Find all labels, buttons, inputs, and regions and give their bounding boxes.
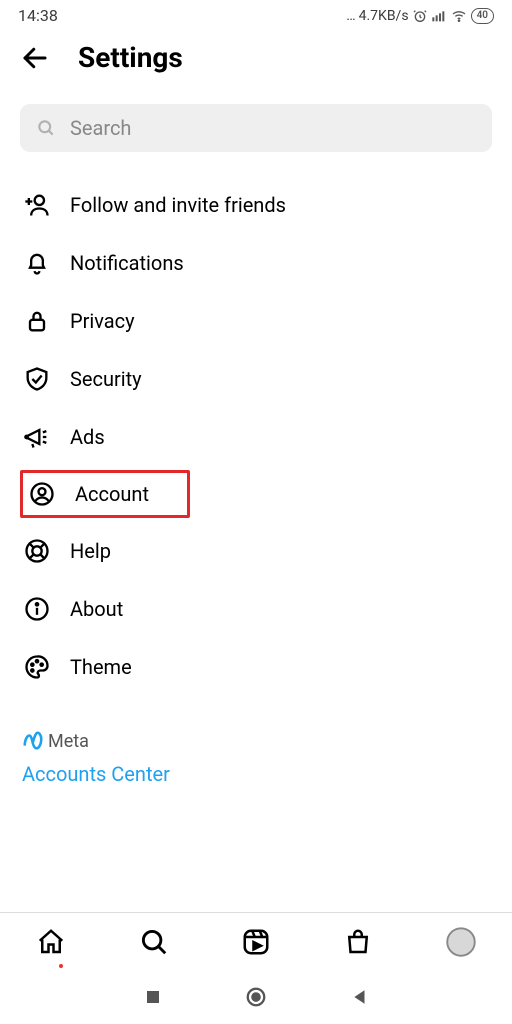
accounts-center-link[interactable]: Accounts Center: [22, 762, 490, 786]
search-placeholder: Search: [70, 116, 131, 140]
settings-header: Settings: [0, 29, 512, 92]
search-input[interactable]: Search: [20, 104, 492, 152]
settings-item-about[interactable]: About: [20, 580, 492, 638]
bottom-nav: [0, 912, 512, 970]
settings-item-label: About: [70, 597, 123, 621]
status-time: 14:38: [18, 6, 58, 25]
nav-reels[interactable]: [239, 925, 273, 959]
megaphone-icon: [22, 422, 52, 452]
settings-list: Follow and invite friends Notifications …: [0, 176, 512, 696]
alarm-icon: [412, 8, 428, 24]
battery-indicator: 40: [471, 8, 494, 24]
meta-section: Meta Accounts Center: [0, 696, 512, 790]
info-icon: [22, 594, 52, 624]
sys-home-button[interactable]: [245, 986, 267, 1008]
page-title: Settings: [78, 41, 183, 74]
meta-logo-icon: [22, 730, 44, 752]
search-icon: [36, 118, 56, 138]
nav-search[interactable]: [137, 925, 171, 959]
settings-item-label: Ads: [70, 425, 105, 449]
sys-recent-button[interactable]: [142, 986, 164, 1008]
nav-shop[interactable]: [341, 925, 375, 959]
settings-item-account[interactable]: Account: [20, 470, 190, 518]
settings-item-ads[interactable]: Ads: [20, 408, 492, 466]
wifi-icon: [450, 8, 468, 24]
settings-item-security[interactable]: Security: [20, 350, 492, 408]
settings-item-label: Account: [75, 482, 149, 506]
nav-profile[interactable]: [444, 925, 478, 959]
settings-item-label: Help: [70, 539, 111, 563]
shield-icon: [22, 364, 52, 394]
meta-brand-label: Meta: [48, 731, 89, 752]
status-ellipsis: …: [346, 8, 355, 24]
status-right-cluster: … 4.7KB/s 40: [346, 8, 494, 24]
settings-item-label: Theme: [70, 655, 132, 679]
settings-item-label: Privacy: [70, 309, 135, 333]
status-bar: 14:38 … 4.7KB/s 40: [0, 0, 512, 29]
lock-icon: [22, 306, 52, 336]
settings-item-label: Security: [70, 367, 142, 391]
status-net-speed: 4.7KB/s: [359, 8, 409, 24]
signal-icon: [431, 8, 447, 24]
settings-item-label: Notifications: [70, 251, 184, 275]
nav-home-notification-dot: [59, 964, 63, 968]
nav-home[interactable]: [34, 925, 68, 959]
lifebuoy-icon: [22, 536, 52, 566]
meta-brand: Meta: [22, 730, 490, 752]
person-circle-icon: [27, 479, 57, 509]
palette-icon: [22, 652, 52, 682]
settings-item-help[interactable]: Help: [20, 522, 492, 580]
settings-item-notifications[interactable]: Notifications: [20, 234, 492, 292]
bell-icon: [22, 248, 52, 278]
settings-item-theme[interactable]: Theme: [20, 638, 492, 696]
sys-back-button[interactable]: [349, 986, 371, 1008]
settings-item-privacy[interactable]: Privacy: [20, 292, 492, 350]
settings-item-label: Follow and invite friends: [70, 193, 286, 217]
system-nav: [0, 970, 512, 1024]
add-person-icon: [22, 190, 52, 220]
settings-item-follow-invite[interactable]: Follow and invite friends: [20, 176, 492, 234]
back-button[interactable]: [20, 43, 50, 73]
